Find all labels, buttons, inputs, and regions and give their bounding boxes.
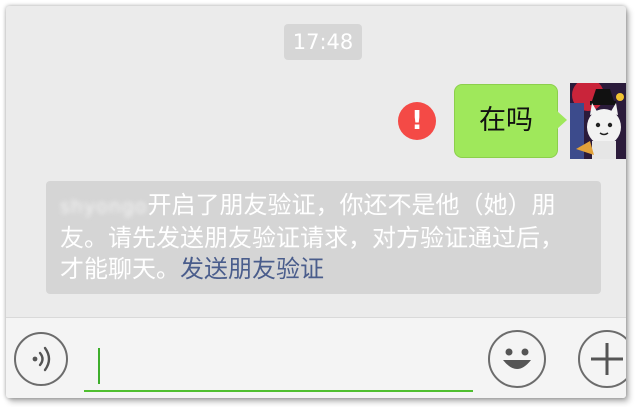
send-failed-icon[interactable]: !	[398, 102, 436, 140]
plus-icon	[591, 343, 623, 375]
avatar[interactable]	[570, 83, 626, 159]
emoji-icon	[503, 348, 531, 369]
outgoing-message-bubble[interactable]: 在吗	[454, 84, 567, 158]
voice-button[interactable]	[14, 332, 68, 386]
more-button[interactable]	[578, 330, 626, 388]
send-verification-link[interactable]: 发送朋友验证	[180, 255, 324, 283]
message-input[interactable]	[84, 330, 473, 392]
voice-icon	[32, 346, 51, 372]
input-bar	[6, 317, 626, 398]
text-caret	[98, 348, 100, 384]
friend-verification-notice: shyongo开启了朋友验证，你还不是他（她）朋友。请先发送朋友验证请求，对方验…	[46, 181, 601, 294]
emoji-button[interactable]	[488, 330, 546, 388]
message-list: 17:48 ! 在吗 shyongo开启了朋友验证，你还不是他（她）朋友。请先发…	[6, 6, 626, 317]
avatar-image	[570, 83, 626, 159]
timestamp: 17:48	[284, 24, 362, 60]
blurred-contact-name: shyongo	[60, 196, 148, 218]
chat-window: 17:48 ! 在吗 shyongo开启了朋友验证，你还不是他（她）朋友。请先发…	[6, 6, 626, 398]
